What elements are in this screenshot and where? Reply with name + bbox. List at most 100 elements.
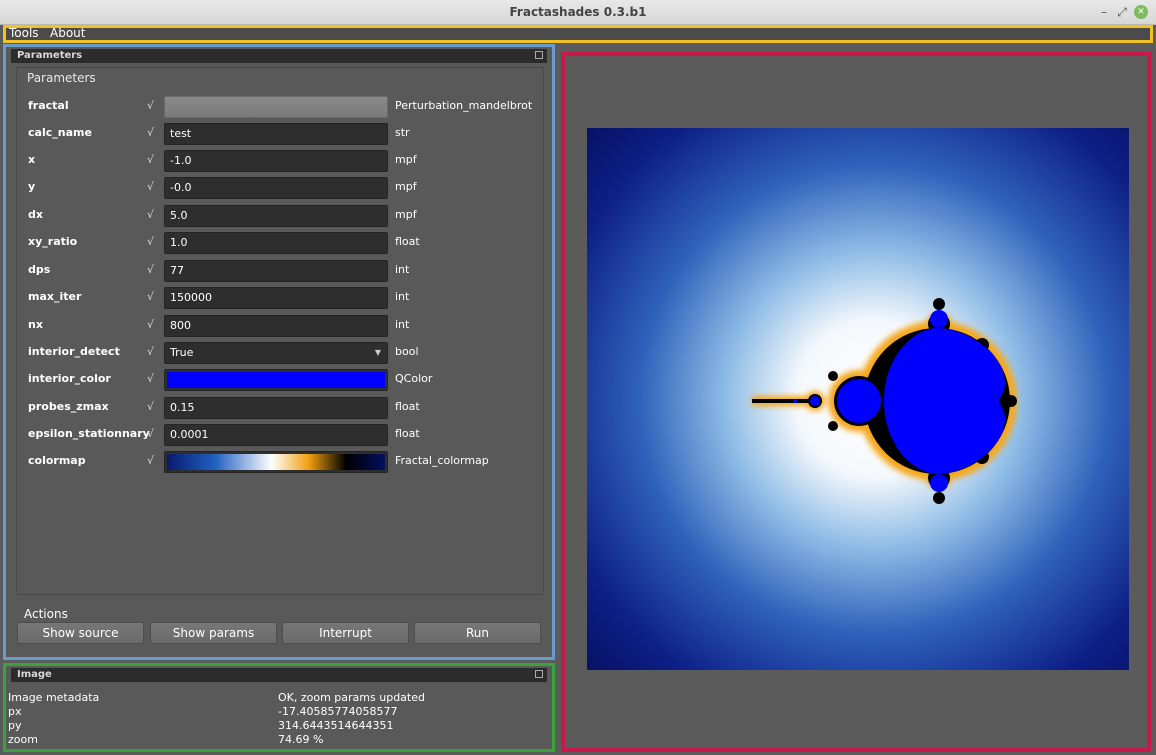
param-input-nx[interactable]: 800 — [164, 315, 388, 337]
param-name: colormap — [28, 454, 86, 467]
menu-tools[interactable]: Tools — [9, 26, 39, 40]
param-name: x — [28, 153, 36, 166]
parameters-dock-title-text: Parameters — [17, 50, 83, 61]
param-input-x[interactable]: -1.0 — [164, 150, 388, 172]
param-name: nx — [28, 318, 43, 331]
param-input-dps[interactable]: 77 — [164, 260, 388, 282]
checkbox-icon[interactable]: √ — [147, 180, 154, 193]
checkbox-icon[interactable]: √ — [147, 454, 154, 467]
close-icon[interactable]: ✕ — [1134, 5, 1148, 19]
param-input-max-iter[interactable]: 150000 — [164, 287, 388, 309]
param-type: int — [395, 290, 410, 303]
show-source-button[interactable]: Show source — [17, 622, 144, 644]
py-label: py — [8, 719, 22, 732]
checkbox-icon[interactable]: √ — [147, 290, 154, 303]
param-name: interior_detect — [28, 345, 120, 358]
param-type: float — [395, 400, 420, 413]
checkbox-icon[interactable]: √ — [147, 400, 154, 413]
image-dock: Image Image metadata OK, zoom params upd… — [3, 663, 555, 752]
fractal-select-button[interactable] — [164, 96, 388, 118]
menu-about[interactable]: About — [50, 26, 85, 40]
parameters-dock-title: Parameters — [11, 49, 547, 63]
param-row-probes-zmax: probes_zmax √ 0.15 float — [6, 397, 558, 419]
fractal-view-panel — [561, 52, 1151, 752]
show-params-button[interactable]: Show params — [150, 622, 277, 644]
actions-label: Actions — [24, 607, 68, 621]
window-title: Fractashades 0.3.b1 — [509, 5, 647, 19]
param-name: interior_color — [28, 372, 111, 385]
float-icon[interactable] — [535, 670, 543, 678]
param-type: QColor — [395, 372, 433, 385]
param-row-x: x √ -1.0 mpf — [6, 150, 558, 172]
minimize-icon[interactable]: – — [1096, 4, 1112, 20]
restore-icon[interactable]: ⤢ — [1114, 4, 1130, 20]
window-titlebar: Fractashades 0.3.b1 – ⤢ ✕ — [0, 0, 1156, 25]
param-row-xy-ratio: xy_ratio √ 1.0 float — [6, 232, 558, 254]
param-row-max-iter: max_iter √ 150000 int — [6, 287, 558, 309]
image-dock-title-text: Image — [17, 669, 52, 680]
parameters-dock: Parameters Parameters fractal √ Perturbati… — [3, 44, 555, 660]
px-value: -17.40585774058577 — [278, 705, 398, 718]
chevron-down-icon: ▼ — [374, 348, 381, 357]
param-row-y: y √ -0.0 mpf — [6, 177, 558, 199]
px-label: px — [8, 705, 22, 718]
checkbox-icon[interactable]: √ — [147, 318, 154, 331]
param-name: fractal — [28, 99, 69, 112]
param-name: probes_zmax — [28, 400, 109, 413]
param-input-xy-ratio[interactable]: 1.0 — [164, 232, 388, 254]
checkbox-icon[interactable]: √ — [147, 427, 154, 440]
param-row-interior-detect: interior_detect √ True ▼ bool — [6, 342, 558, 364]
menu-bar: Tools About — [3, 25, 1153, 43]
checkbox-icon[interactable]: √ — [147, 372, 154, 385]
interrupt-button[interactable]: Interrupt — [282, 622, 409, 644]
param-name: dps — [28, 263, 51, 276]
param-type: int — [395, 263, 410, 276]
run-button[interactable]: Run — [414, 622, 541, 644]
checkbox-icon[interactable]: √ — [147, 345, 154, 358]
param-input-dx[interactable]: 5.0 — [164, 205, 388, 227]
param-combo[interactable]: True ▼ — [164, 342, 388, 364]
colormap-gradient — [167, 454, 385, 470]
py-value: 314.6443514644351 — [278, 719, 394, 732]
color-swatch — [167, 372, 385, 388]
fractal-image[interactable] — [587, 128, 1129, 670]
checkbox-icon[interactable]: √ — [147, 208, 154, 221]
checkbox-icon[interactable]: √ — [147, 126, 154, 139]
param-name: y — [28, 180, 36, 193]
param-row-dx: dx √ 5.0 mpf — [6, 205, 558, 227]
param-type: str — [395, 126, 410, 139]
parameters-group-label: Parameters — [27, 71, 96, 85]
param-name: epsilon_stationnary — [28, 427, 150, 440]
param-type: float — [395, 427, 420, 440]
param-row-epsilon-stationnary: epsilon_stationnary √ 0.0001 float — [6, 424, 558, 446]
param-type: mpf — [395, 153, 417, 166]
param-name: max_iter — [28, 290, 82, 303]
param-row-nx: nx √ 800 int — [6, 315, 558, 337]
param-name: xy_ratio — [28, 235, 78, 248]
checkbox-icon[interactable]: √ — [147, 263, 154, 276]
param-input-calc-name[interactable]: test — [164, 123, 388, 145]
param-name: dx — [28, 208, 43, 221]
param-type: mpf — [395, 180, 417, 193]
zoom-label: zoom — [8, 733, 38, 746]
param-type: Perturbation_mandelbrot — [395, 99, 533, 112]
param-row-dps: dps √ 77 int — [6, 260, 558, 282]
metadata-value: OK, zoom params updated — [278, 691, 425, 704]
colormap-editor[interactable] — [164, 451, 388, 473]
checkbox-icon[interactable]: √ — [147, 99, 154, 112]
param-type: mpf — [395, 208, 417, 221]
param-combo-value: True — [170, 346, 194, 359]
checkbox-icon[interactable]: √ — [147, 235, 154, 248]
param-input-epsilon-stationnary[interactable]: 0.0001 — [164, 424, 388, 446]
param-input-probes-zmax[interactable]: 0.15 — [164, 397, 388, 419]
param-row-fractal: fractal √ Perturbation_mandelbrot — [6, 96, 558, 118]
float-icon[interactable] — [535, 51, 543, 59]
image-dock-title: Image — [11, 668, 547, 682]
param-type: int — [395, 318, 410, 331]
param-input-y[interactable]: -0.0 — [164, 177, 388, 199]
param-type: float — [395, 235, 420, 248]
param-name: calc_name — [28, 126, 92, 139]
color-picker[interactable] — [164, 369, 388, 391]
metadata-label: Image metadata — [8, 691, 100, 704]
checkbox-icon[interactable]: √ — [147, 153, 154, 166]
